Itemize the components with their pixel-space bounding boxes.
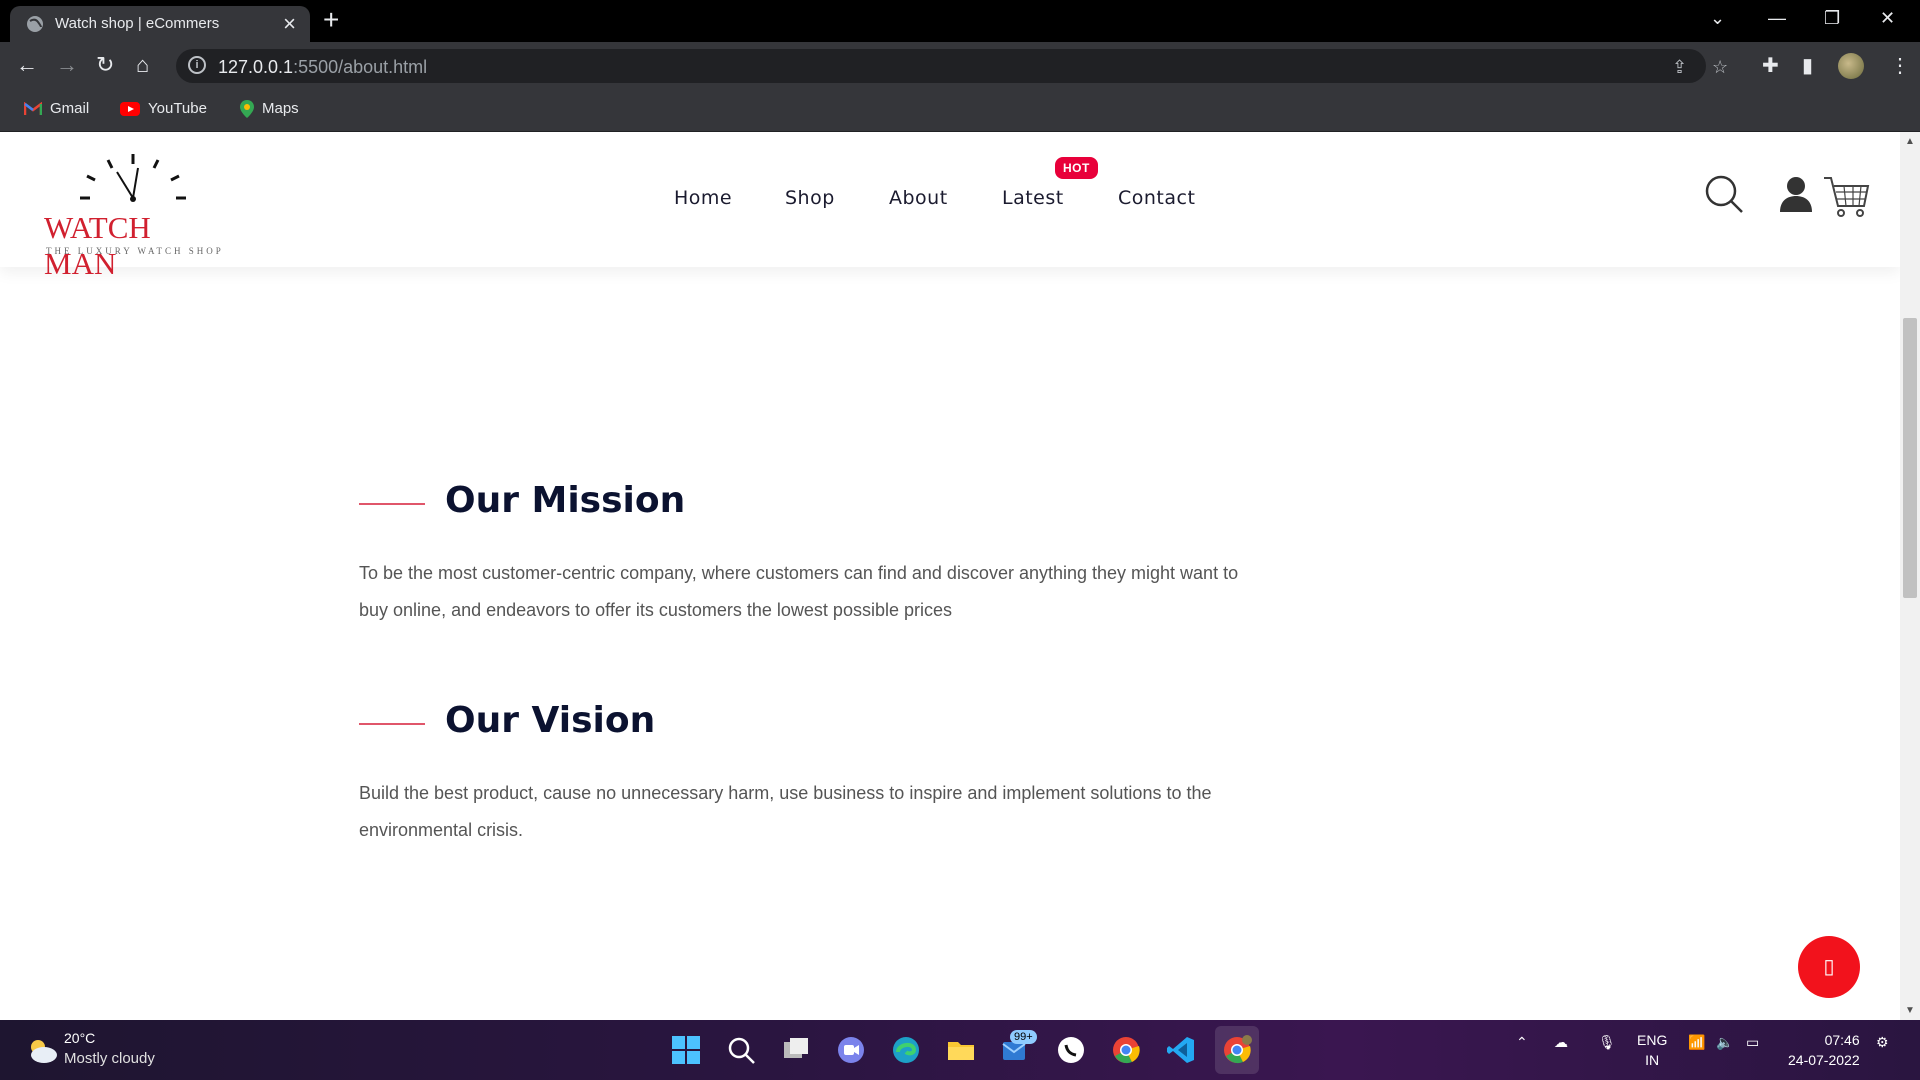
browser-tab[interactable]: Watch shop | eCommers × [10,6,310,42]
site-header: WATCH MAN THE LUXURY WATCH SHOP Home Sho… [0,132,1900,281]
menu-kebab-icon[interactable]: ⋮ [1890,53,1910,78]
file-explorer-icon[interactable] [945,1034,977,1066]
logo-tagline: THE LUXURY WATCH SHOP [46,246,224,256]
gmail-icon [24,102,42,116]
youtube-icon [120,102,140,117]
reload-icon[interactable]: ↻ [96,52,114,78]
bookmark-star-icon[interactable]: ☆ [1712,57,1728,78]
site-info-icon[interactable]: i [188,56,206,74]
language-code: ENG [1637,1032,1668,1048]
cart-icon[interactable] [1822,174,1870,220]
bookmark-youtube[interactable]: YouTube [120,100,207,117]
cloud-icon [31,1040,57,1063]
bookmark-maps[interactable]: Maps [240,100,299,119]
site-logo[interactable]: WATCH MAN THE LUXURY WATCH SHOP [40,146,230,281]
vision-text: Build the best product, cause no unneces… [359,783,1212,840]
tab-search-icon[interactable]: ⌄ [1710,8,1725,29]
windows-start-icon[interactable] [670,1034,702,1066]
wifi-icon[interactable]: 📶 [1688,1034,1705,1051]
nav-about[interactable]: About [889,187,948,209]
clock-logo-icon [80,154,186,202]
mail-badge: 99+ [1010,1030,1037,1044]
region-code: IN [1645,1052,1660,1068]
system-clock[interactable]: 07:46 24-07-2022 [1788,1030,1860,1070]
taskbar-search-icon[interactable] [725,1034,757,1066]
whatsapp-icon[interactable] [1055,1034,1087,1066]
section-divider [359,503,425,505]
scroll-up-icon[interactable]: ▲ [1905,136,1915,147]
input-language[interactable]: ENG IN [1637,1030,1667,1070]
scroll-down-icon[interactable]: ▼ [1905,1005,1915,1016]
nav-contact[interactable]: Contact [1118,187,1195,209]
back-to-top-button[interactable]: ▯ [1798,936,1860,998]
weather-condition: Mostly cloudy [64,1050,155,1067]
search-icon[interactable] [1704,174,1744,214]
chrome-profile-icon[interactable] [1221,1034,1253,1066]
profile-avatar[interactable] [1838,53,1864,79]
new-tab-button[interactable]: + [323,4,339,36]
teams-chat-icon[interactable] [835,1034,867,1066]
tab-title: Watch shop | eCommers [55,15,220,32]
user-icon[interactable] [1778,174,1814,214]
clock-time: 07:46 [1824,1032,1860,1048]
microphone-icon[interactable]: 🎙 [1598,1034,1616,1051]
page-scrollbar[interactable]: ▲ ▼ [1900,132,1920,1020]
home-icon[interactable]: ⌂ [136,52,149,78]
tray-overflow-icon[interactable]: ⌃ [1516,1034,1528,1051]
vscode-icon[interactable] [1165,1034,1197,1066]
share-icon[interactable]: ⇪ [1672,57,1687,78]
task-view-icon[interactable] [780,1034,812,1066]
notifications-icon[interactable]: ⚙ [1876,1034,1889,1051]
nav-home[interactable]: Home [674,187,732,209]
maps-icon [240,100,254,119]
bookmark-gmail[interactable]: Gmail [24,100,89,117]
os-taskbar: 20°C Mostly cloudy 99+ ⌃ ☁ 🎙 ENG IN � [0,1020,1920,1080]
page-viewport: WATCH MAN THE LUXURY WATCH SHOP Home Sho… [0,132,1900,1020]
battery-icon[interactable]: ▭ [1746,1034,1759,1051]
close-window-button[interactable]: ✕ [1880,8,1895,29]
mission-text: To be the most customer-centric company,… [359,563,1239,620]
edge-icon[interactable] [890,1034,922,1066]
close-tab-icon[interactable]: × [283,11,296,37]
clock-date: 24-07-2022 [1788,1052,1860,1068]
scrollbar-thumb[interactable] [1903,318,1917,598]
nav-latest[interactable]: Latest [1002,187,1064,209]
tab-strip: Watch shop | eCommers × + ⌄ — ❐ ✕ [0,0,1920,42]
address-bar[interactable]: i 127.0.0.1:5500/about.html ⇪ ☆ [176,49,1728,83]
forward-icon[interactable]: → [56,52,78,78]
back-icon[interactable]: ← [16,52,38,78]
side-panel-icon[interactable]: ▮ [1802,53,1813,78]
mission-title: Our Mission [445,480,686,521]
onedrive-icon[interactable]: ☁ [1554,1034,1568,1051]
restore-button[interactable]: ❐ [1824,8,1840,29]
chrome-icon[interactable] [1110,1034,1142,1066]
vision-title: Our Vision [445,700,656,741]
nav-shop[interactable]: Shop [785,187,835,209]
url-text[interactable]: 127.0.0.1:5500/about.html [218,57,427,78]
hot-badge: HOT [1055,157,1098,179]
browser-toolbar: ← → ↻ ⌂ i 127.0.0.1:5500/about.html ⇪ ☆ … [0,42,1920,90]
back-to-top-icon: ▯ [1823,956,1835,978]
globe-icon [27,16,43,32]
section-divider [359,723,425,725]
weather-temp: 20°C [64,1030,96,1046]
minimize-button[interactable]: — [1768,8,1786,29]
extensions-icon[interactable]: ✚ [1762,53,1779,78]
volume-icon[interactable]: 🔈 [1716,1034,1733,1051]
bookmarks-bar: Gmail YouTube Maps [0,90,1920,132]
